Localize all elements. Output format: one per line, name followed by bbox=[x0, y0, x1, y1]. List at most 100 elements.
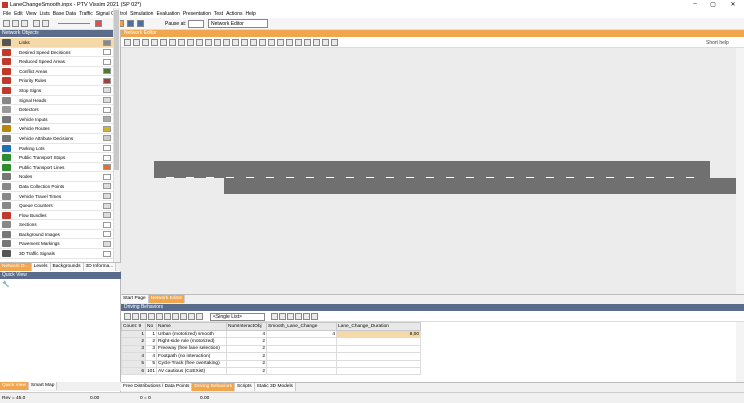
mode-select[interactable]: Network Editor bbox=[208, 19, 268, 28]
network-object-priority-rules[interactable]: Priority Rules bbox=[0, 76, 113, 86]
cell-smooth[interactable] bbox=[266, 366, 338, 376]
list-tool-icon[interactable] bbox=[196, 313, 203, 320]
editor-tool-icon[interactable] bbox=[151, 39, 158, 46]
list-action-icon[interactable] bbox=[303, 313, 310, 320]
editor-tool-icon[interactable] bbox=[133, 39, 140, 46]
cell-idx[interactable]: 3 bbox=[121, 344, 146, 354]
list-action-icon[interactable] bbox=[271, 313, 278, 320]
color-swatch[interactable] bbox=[103, 97, 111, 104]
network-object-detectors[interactable]: Detectors bbox=[0, 105, 113, 115]
list-layout-select[interactable]: <Single List> bbox=[210, 313, 265, 321]
cell-num[interactable]: 2 bbox=[226, 352, 268, 361]
table-row[interactable]: 1 1 Urban (motorized) smooth 4 4 8,00 bbox=[121, 329, 422, 339]
editor-tool-icon[interactable] bbox=[160, 39, 167, 46]
stop-icon[interactable] bbox=[137, 20, 144, 27]
color-swatch[interactable] bbox=[103, 154, 111, 161]
cell-no[interactable]: 5 bbox=[144, 359, 158, 368]
cell-name[interactable]: Footpath (no interaction) bbox=[156, 352, 228, 361]
color-swatch[interactable] bbox=[103, 135, 111, 142]
color-swatch[interactable] bbox=[103, 173, 111, 180]
color-swatch[interactable] bbox=[103, 116, 111, 123]
cell-dur[interactable] bbox=[336, 366, 422, 376]
menu-item-edit[interactable]: Edit bbox=[14, 10, 23, 18]
editor-tool-icon[interactable] bbox=[205, 39, 212, 46]
cell-name[interactable]: AV cautious (CoEXist) bbox=[156, 366, 228, 376]
network-object-vehicle-inputs[interactable]: Vehicle Inputs bbox=[0, 115, 113, 125]
cell-smooth[interactable]: 4 bbox=[266, 329, 338, 339]
editor-tool-icon[interactable] bbox=[259, 39, 266, 46]
network-object-signal-heads[interactable]: Signal Heads bbox=[0, 96, 113, 106]
cell-dur[interactable] bbox=[336, 344, 422, 354]
cell-no[interactable]: 101 bbox=[144, 366, 158, 376]
wrench-icon[interactable]: 🔧 bbox=[2, 281, 9, 288]
network-object-nodes[interactable]: Nodes bbox=[0, 172, 113, 182]
cell-smooth[interactable] bbox=[266, 344, 338, 354]
network-editor-scrollbar[interactable] bbox=[736, 48, 744, 294]
maximize-button[interactable]: ▢ bbox=[708, 1, 718, 8]
driving-behaviors-tab-3[interactable]: Static 3D Models bbox=[254, 383, 296, 391]
cell-idx[interactable]: 6 bbox=[121, 366, 146, 376]
list-tool-icon[interactable] bbox=[180, 313, 187, 320]
color-swatch[interactable] bbox=[103, 58, 111, 65]
color-swatch[interactable] bbox=[103, 193, 111, 199]
editor-tool-icon[interactable] bbox=[268, 39, 275, 46]
color-swatch[interactable] bbox=[103, 39, 111, 46]
network-object-3d-traffic-signals[interactable]: 3D Traffic Signals bbox=[0, 249, 113, 259]
list-tool-icon[interactable] bbox=[124, 313, 131, 320]
color-swatch[interactable] bbox=[103, 145, 111, 152]
editor-tool-icon[interactable] bbox=[286, 39, 293, 46]
color-swatch[interactable] bbox=[103, 240, 111, 247]
cell-num[interactable]: 2 bbox=[226, 344, 268, 354]
record-icon[interactable] bbox=[95, 20, 102, 27]
menu-item-signal-control[interactable]: Signal Control bbox=[96, 10, 127, 18]
cell-idx[interactable]: 4 bbox=[121, 352, 146, 361]
list-action-icon[interactable] bbox=[311, 313, 318, 320]
cell-no[interactable]: 1 bbox=[144, 329, 158, 339]
column-header-1[interactable]: No bbox=[144, 322, 158, 331]
editor-tool-icon[interactable] bbox=[295, 39, 302, 46]
column-header-0[interactable]: Count: 9 bbox=[121, 322, 146, 331]
color-swatch[interactable] bbox=[103, 87, 111, 94]
network-editor-canvas[interactable] bbox=[121, 48, 736, 294]
link-road-upper[interactable] bbox=[154, 161, 710, 178]
list-tool-icon[interactable] bbox=[156, 313, 163, 320]
menu-item-simulation[interactable]: Simulation bbox=[130, 10, 153, 18]
editor-tool-icon[interactable] bbox=[250, 39, 257, 46]
list-tool-icon[interactable] bbox=[164, 313, 171, 320]
cell-smooth[interactable] bbox=[266, 352, 338, 361]
cell-name[interactable]: Right-side rule (motorized) bbox=[156, 337, 228, 346]
pause-at-input[interactable] bbox=[188, 20, 204, 28]
color-swatch[interactable] bbox=[103, 221, 111, 228]
network-editor-tab-0[interactable]: Start Page bbox=[121, 295, 149, 303]
cell-no[interactable]: 4 bbox=[144, 352, 158, 361]
network-object-conflict-areas[interactable]: Conflict Areas bbox=[0, 67, 113, 77]
color-swatch[interactable] bbox=[103, 202, 111, 209]
new-file-icon[interactable] bbox=[3, 20, 10, 27]
color-swatch[interactable] bbox=[103, 125, 111, 132]
table-row[interactable]: 2 2 Right-side rule (motorized) 2 bbox=[121, 337, 422, 346]
cell-idx[interactable]: 2 bbox=[121, 337, 146, 346]
network-object-background-images[interactable]: Background Images bbox=[0, 230, 113, 240]
color-swatch[interactable] bbox=[103, 231, 111, 238]
menu-item-lists[interactable]: Lists bbox=[39, 10, 49, 18]
list-action-icon[interactable] bbox=[287, 313, 294, 320]
editor-tool-icon[interactable] bbox=[241, 39, 248, 46]
network-object-pavement-markings[interactable]: Pavement Markings bbox=[0, 239, 113, 250]
zoom-slider[interactable] bbox=[58, 23, 90, 24]
editor-tool-icon[interactable] bbox=[187, 39, 194, 46]
step-icon[interactable] bbox=[127, 20, 134, 27]
list-tool-icon[interactable] bbox=[148, 313, 155, 320]
color-swatch[interactable] bbox=[103, 164, 111, 171]
network-object-queue-counters[interactable]: Queue Counters bbox=[0, 201, 113, 211]
cell-no[interactable]: 3 bbox=[144, 344, 158, 354]
color-swatch[interactable] bbox=[103, 183, 111, 190]
minimize-button[interactable]: – bbox=[690, 1, 700, 7]
column-header-5[interactable]: Lane_Change_Duration bbox=[336, 322, 422, 331]
cell-num[interactable]: 2 bbox=[226, 359, 268, 368]
column-header-2[interactable]: Name bbox=[156, 322, 228, 331]
editor-tool-icon[interactable] bbox=[277, 39, 284, 46]
undo-icon[interactable] bbox=[33, 20, 40, 27]
network-object-links[interactable]: Links bbox=[0, 38, 113, 48]
editor-tool-icon[interactable] bbox=[322, 39, 329, 46]
cell-name[interactable]: Freeway (free lane selection) bbox=[156, 344, 228, 354]
